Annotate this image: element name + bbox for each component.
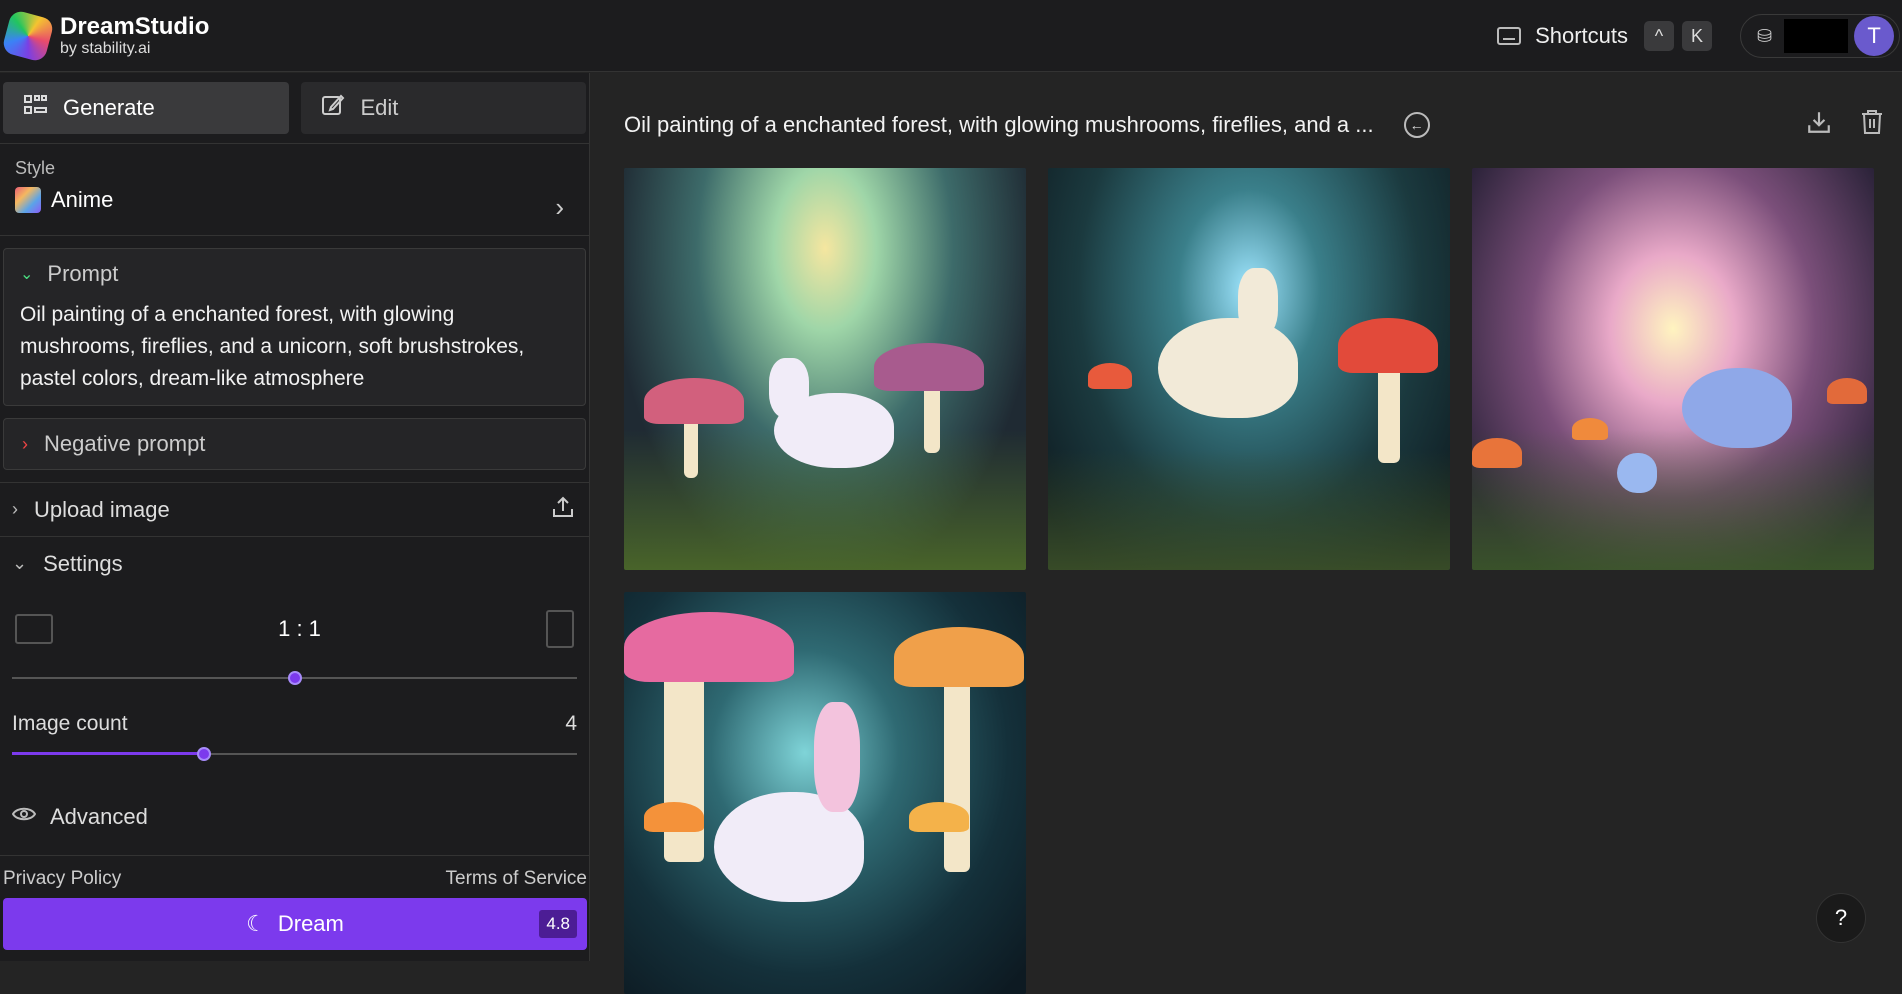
moon-icon: ☾ bbox=[246, 911, 266, 936]
image-count-slider-thumb[interactable] bbox=[197, 747, 212, 761]
main-area: Oil painting of a enchanted forest, with… bbox=[592, 73, 1902, 994]
settings-toggle[interactable]: ⌄ Settings bbox=[0, 536, 589, 590]
prompt-header: Prompt bbox=[47, 261, 119, 286]
generation-header: Oil painting of a enchanted forest, with… bbox=[592, 73, 1902, 177]
image-count-label: Image count bbox=[12, 712, 128, 735]
generation-title: Oil painting of a enchanted forest, with… bbox=[624, 112, 1374, 137]
prompt-toggle[interactable]: ⌄ Prompt bbox=[20, 261, 569, 287]
coins-icon: ⛁ bbox=[1757, 25, 1773, 46]
generated-image-1[interactable] bbox=[624, 168, 1026, 570]
tab-generate-label: Generate bbox=[63, 95, 155, 120]
chevron-right-icon: › bbox=[555, 192, 564, 222]
eye-icon bbox=[11, 805, 37, 829]
aspect-ratio-slider-thumb[interactable] bbox=[287, 671, 302, 685]
generated-image-4[interactable] bbox=[624, 592, 1026, 994]
style-selector[interactable]: Style Anime › bbox=[0, 144, 589, 236]
ctrl-key-badge: ^ bbox=[1644, 21, 1674, 51]
chevron-right-icon: › bbox=[22, 433, 28, 454]
generated-image-3[interactable] bbox=[1472, 168, 1874, 570]
shortcuts-button[interactable]: Shortcuts ^ K bbox=[1497, 21, 1712, 51]
upload-icon[interactable] bbox=[551, 495, 575, 525]
aspect-ratio-value: 1 : 1 bbox=[278, 616, 321, 641]
prompt-panel: ⌄ Prompt Oil painting of a enchanted for… bbox=[3, 248, 586, 406]
download-icon[interactable] bbox=[1806, 109, 1832, 142]
trash-icon[interactable] bbox=[1860, 109, 1884, 142]
aspect-ratio-slider[interactable] bbox=[12, 668, 577, 688]
edit-icon bbox=[321, 93, 347, 123]
help-button[interactable]: ? bbox=[1816, 893, 1866, 943]
reuse-prompt-icon[interactable]: ← bbox=[1403, 112, 1430, 138]
chevron-right-icon: › bbox=[12, 499, 18, 519]
sidebar-footer: Privacy Policy Terms of Service ☾ Dream … bbox=[0, 855, 590, 961]
app-logo[interactable]: DreamStudio by stability.ai bbox=[1, 8, 210, 63]
terms-link[interactable]: Terms of Service bbox=[446, 868, 587, 890]
chevron-down-icon: ⌄ bbox=[20, 266, 34, 283]
tab-edit[interactable]: Edit bbox=[300, 82, 586, 134]
aspect-ratio-control: 1 : 1 bbox=[12, 590, 577, 668]
shortcuts-label: Shortcuts bbox=[1535, 23, 1628, 48]
redacted-balance bbox=[1784, 19, 1849, 53]
privacy-policy-link[interactable]: Privacy Policy bbox=[3, 868, 121, 890]
app-byline: by stability.ai bbox=[60, 39, 151, 57]
chevron-down-icon: ⌄ bbox=[12, 553, 28, 573]
advanced-toggle[interactable]: Advanced bbox=[11, 804, 577, 830]
image-count-slider[interactable] bbox=[12, 744, 577, 764]
style-value: Anime bbox=[51, 187, 114, 212]
logo-icon bbox=[1, 8, 55, 63]
prompt-textarea[interactable]: Oil painting of a enchanted forest, with… bbox=[20, 299, 569, 395]
avatar[interactable]: T bbox=[1854, 16, 1895, 56]
image-count-value: 4 bbox=[565, 712, 577, 735]
negative-prompt-header: Negative prompt bbox=[44, 431, 206, 456]
k-key-badge: K bbox=[1682, 21, 1712, 51]
sidebar: Generate Edit Style Anime › ⌄ Prompt Oil… bbox=[0, 73, 590, 961]
style-thumbnail bbox=[15, 187, 41, 213]
style-section-label: Style bbox=[15, 158, 56, 178]
tab-generate[interactable]: Generate bbox=[3, 82, 289, 134]
settings-label: Settings bbox=[43, 550, 123, 576]
advanced-label: Advanced bbox=[50, 804, 148, 829]
generated-image-2[interactable] bbox=[1048, 168, 1450, 570]
upload-image-label: Upload image bbox=[34, 496, 170, 522]
account-menu[interactable]: ⛁ T bbox=[1740, 14, 1900, 58]
mode-tabs: Generate Edit bbox=[0, 73, 589, 144]
credits-badge: 4.8 bbox=[539, 910, 577, 938]
dream-button-label: Dream bbox=[277, 911, 344, 936]
upload-image-toggle[interactable]: › Upload image bbox=[0, 482, 589, 536]
grid-icon bbox=[23, 94, 49, 122]
dream-button[interactable]: ☾ Dream 4.8 bbox=[3, 898, 587, 950]
keyboard-icon bbox=[1497, 27, 1522, 45]
portrait-frame-icon[interactable] bbox=[546, 610, 574, 648]
settings-panel: 1 : 1 Image count 4 Advanced bbox=[0, 590, 589, 830]
app-name: DreamStudio bbox=[60, 12, 210, 40]
top-bar: DreamStudio by stability.ai Shortcuts ^ … bbox=[0, 0, 1902, 72]
landscape-frame-icon[interactable] bbox=[15, 614, 53, 644]
negative-prompt-toggle[interactable]: › Negative prompt bbox=[3, 418, 586, 470]
tab-edit-label: Edit bbox=[360, 95, 399, 120]
